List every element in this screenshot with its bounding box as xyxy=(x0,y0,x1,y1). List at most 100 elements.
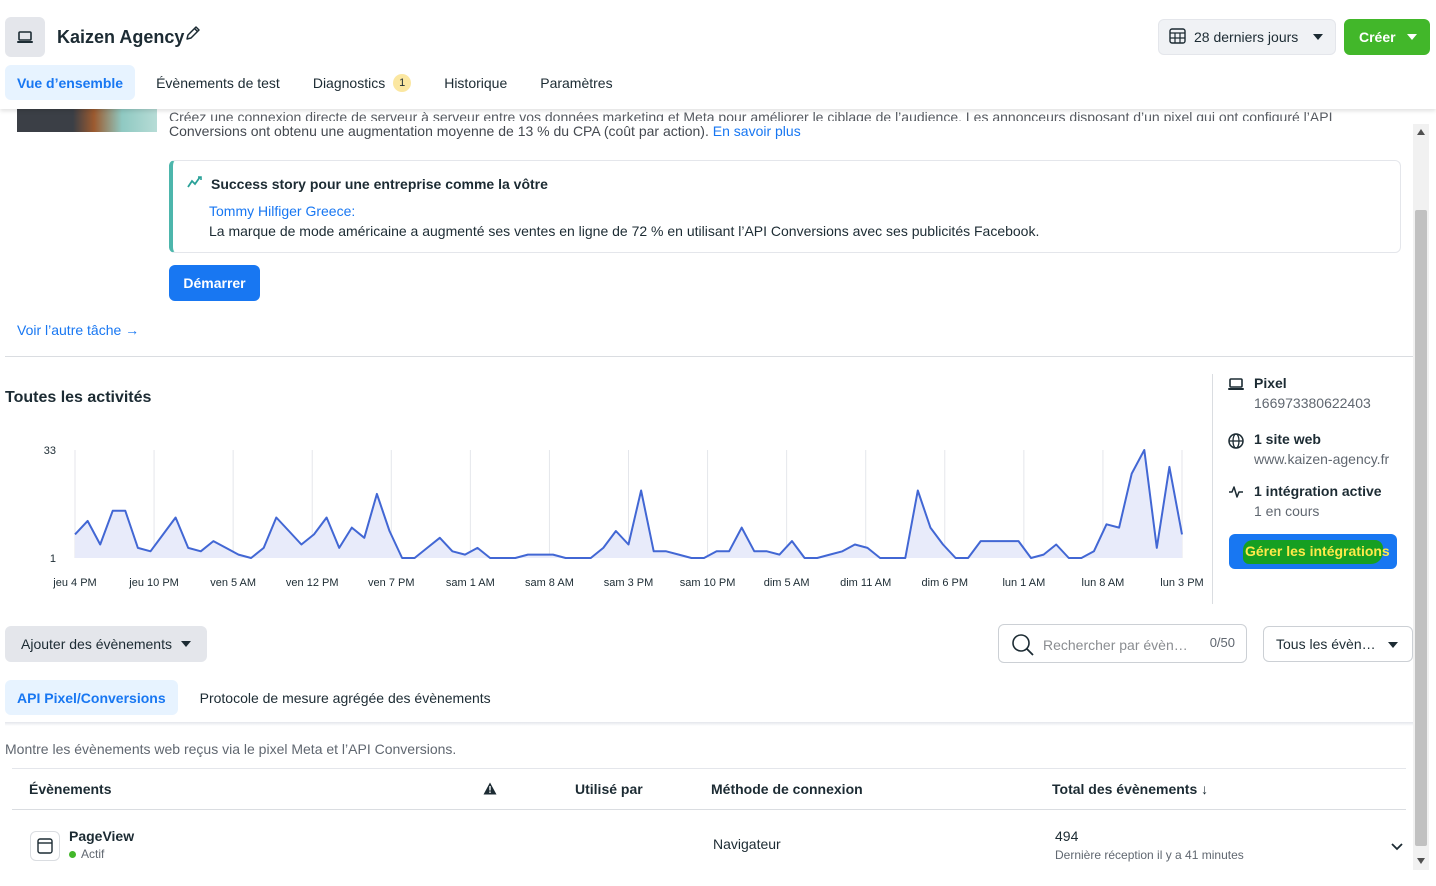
globe-icon xyxy=(1228,433,1244,452)
manage-integrations-button[interactable]: Gérer les intégrations xyxy=(1229,534,1397,569)
x-tick-label: sam 1 AM xyxy=(446,577,495,589)
event-total: 494 xyxy=(1055,828,1079,844)
website-url: www.kaizen-agency.fr xyxy=(1254,451,1390,467)
manage-integrations-label: Gérer les intégrations xyxy=(1245,543,1390,559)
search-input[interactable]: Rechercher par évène… xyxy=(1043,637,1191,653)
y-tick-label: 1 xyxy=(50,553,56,565)
x-tick-label: jeu 10 PM xyxy=(128,577,179,589)
tab-label: Protocole de mesure agrégée des évènemen… xyxy=(199,689,491,706)
x-tick-label: dim 6 PM xyxy=(922,577,968,589)
x-tick-label: ven 12 PM xyxy=(286,577,339,589)
task-description-line: Conversions ont obtenu une augmentation … xyxy=(169,123,709,139)
x-tick-label: sam 10 PM xyxy=(680,577,736,589)
pixel-title: Pixel xyxy=(1254,375,1287,391)
x-tick-label: jeu 4 PM xyxy=(52,577,96,589)
website-title: 1 site web xyxy=(1254,431,1321,447)
task-description: Créez une connexion directe de serveur à… xyxy=(169,109,1349,141)
tab-label: Historique xyxy=(444,74,508,91)
tab-aggregated-measurement[interactable]: Protocole de mesure agrégée des évènemen… xyxy=(188,680,503,715)
tab-label: Vue d’ensemble xyxy=(17,74,124,91)
integration-title: 1 intégration active xyxy=(1254,483,1382,499)
divider xyxy=(5,356,1413,357)
filter-label: Tous les évène… xyxy=(1276,636,1382,652)
pixel-id: 166973380622403 xyxy=(1254,395,1371,411)
tab-label: Diagnostics xyxy=(312,74,386,91)
y-tick-label: 33 xyxy=(44,445,56,457)
events-subtabs: API Pixel/Conversions Protocole de mesur… xyxy=(5,680,513,715)
story-title: Success story pour une entreprise comme … xyxy=(211,175,548,192)
tab-diagnostics[interactable]: Diagnostics 1 xyxy=(301,65,423,100)
events-table: Évènements Utilisé par Méthode de connex… xyxy=(12,768,1406,886)
laptop-icon[interactable] xyxy=(5,17,45,57)
chevron-down-icon[interactable] xyxy=(1390,839,1404,855)
tab-label: API Pixel/Conversions xyxy=(17,689,166,706)
activity-chart: 33 1 jeu 4 PM jeu 10 PM ven 5 AM ven 12 PM ven… xyxy=(44,445,1204,589)
col-used-by[interactable]: Utilisé par xyxy=(575,781,643,797)
diagnostics-badge: 1 xyxy=(393,73,412,92)
story-brand-link[interactable]: Tommy Hilfiger Greece: xyxy=(209,203,355,219)
event-status: Actif xyxy=(69,847,104,861)
event-last-received: Dernière réception il y a 41 minutes xyxy=(1055,848,1244,862)
success-story-card: Success story pour une entreprise comme … xyxy=(169,160,1401,253)
tab-pixel-conversions[interactable]: API Pixel/Conversions xyxy=(5,680,178,715)
scroll-thumb[interactable] xyxy=(1415,210,1427,846)
start-button[interactable]: Démarrer xyxy=(169,265,260,301)
col-method[interactable]: Méthode de connexion xyxy=(711,781,863,797)
learn-more-link[interactable]: En savoir plus xyxy=(713,123,801,139)
tab-test-events[interactable]: Évènements de test xyxy=(144,65,292,100)
page-scrollbar[interactable] xyxy=(1413,124,1429,870)
tab-settings[interactable]: Paramètres xyxy=(528,65,624,100)
scroll-up-arrow-icon[interactable] xyxy=(1417,129,1425,135)
create-button[interactable]: Créer xyxy=(1344,19,1430,55)
x-tick-label: sam 8 AM xyxy=(525,577,574,589)
warning-icon xyxy=(483,782,497,798)
browser-window-icon xyxy=(30,831,60,861)
page-title: Kaizen Agency xyxy=(57,27,185,47)
pencil-icon[interactable] xyxy=(184,24,202,45)
tab-label: Paramètres xyxy=(540,74,613,91)
task-description-cut-line: Créez une connexion directe de serveur à… xyxy=(169,109,1333,121)
status-dot xyxy=(69,850,76,858)
event-method: Navigateur xyxy=(713,836,781,852)
caret-down-icon xyxy=(181,641,191,647)
date-range-label: 28 derniers jours xyxy=(1194,29,1299,45)
add-events-label: Ajouter des évènements xyxy=(21,636,172,652)
date-range-select[interactable]: 28 derniers jours xyxy=(1158,19,1336,55)
search-icon xyxy=(1011,633,1035,660)
laptop-icon xyxy=(1228,377,1244,394)
tab-history[interactable]: Historique xyxy=(432,65,519,100)
subtabs-shadow xyxy=(5,722,1413,726)
scroll-down-arrow-icon[interactable] xyxy=(1417,858,1425,864)
trend-icon xyxy=(187,175,203,192)
integration-status: 1 en cours xyxy=(1254,503,1320,519)
events-filter-select[interactable]: Tous les évène… xyxy=(1263,626,1413,662)
x-tick-label: lun 1 AM xyxy=(1002,577,1045,589)
x-tick-label: ven 7 PM xyxy=(368,577,414,589)
x-tick-label: dim 11 AM xyxy=(840,577,891,589)
x-tick-label: dim 5 AM xyxy=(764,577,810,589)
calendar-icon xyxy=(1169,27,1186,47)
story-body: La marque de mode américaine a augmenté … xyxy=(209,223,1040,239)
col-total[interactable]: Total des évènements ↓ xyxy=(1052,781,1208,797)
add-events-button[interactable]: Ajouter des évènements xyxy=(5,626,207,662)
events-description: Montre les évènements web reçus via le p… xyxy=(5,741,457,757)
caret-down-icon xyxy=(1313,34,1323,40)
x-tick-label: lun 3 PM xyxy=(1160,577,1203,589)
tab-overview[interactable]: Vue d’ensemble xyxy=(5,65,136,100)
table-header-divider xyxy=(12,809,1406,810)
col-events[interactable]: Évènements xyxy=(29,781,111,797)
x-tick-label: sam 3 PM xyxy=(604,577,654,589)
tab-label: Évènements de test xyxy=(156,74,280,91)
event-status-label: Actif xyxy=(81,847,105,861)
caret-down-icon xyxy=(1388,642,1398,648)
search-counter: 0/50 xyxy=(1209,635,1235,650)
x-tick-label: ven 5 AM xyxy=(210,577,256,589)
caret-down-icon xyxy=(1407,34,1417,40)
activity-pulse-icon xyxy=(1228,485,1244,502)
event-name[interactable]: PageView xyxy=(69,828,134,844)
page-header: Kaizen Agency 28 derniers jours Créer Vu… xyxy=(0,0,1436,109)
x-tick-label: lun 8 AM xyxy=(1082,577,1125,589)
events-search[interactable]: Rechercher par évène… 0/50 xyxy=(998,624,1247,663)
create-label: Créer xyxy=(1359,29,1396,45)
other-task-link[interactable]: Voir l’autre tâche → xyxy=(17,322,139,338)
